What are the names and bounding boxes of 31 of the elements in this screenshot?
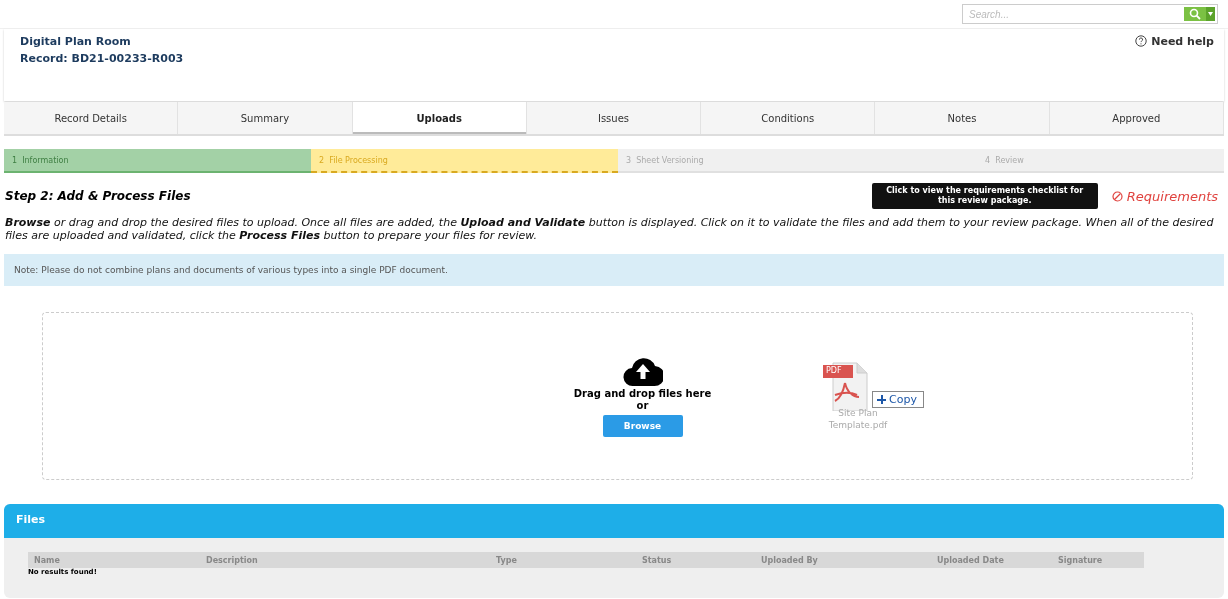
column-header: Name <box>34 555 61 565</box>
search-button[interactable] <box>1184 7 1206 21</box>
search-bar[interactable]: Search... <box>962 4 1218 24</box>
tooltip: Click to view the requirements checklist for this review package. <box>871 182 1098 210</box>
requirements-link[interactable]: Requirements <box>1111 188 1218 204</box>
help-link[interactable]: Need help <box>1135 35 1214 101</box>
panel-title: Files <box>4 504 1224 539</box>
record-number: Record: BD21-00233-R003 <box>20 52 184 65</box>
column-header: Status <box>642 555 673 565</box>
help-icon <box>1135 35 1148 47</box>
column-header: Uploaded Date <box>937 555 1005 565</box>
prohibited-icon <box>1111 190 1123 202</box>
step-heading: Step 2: Add & Process Files <box>5 189 192 203</box>
progress-step: 4 Review <box>925 149 1224 173</box>
drop-prompt: Drag and drop files here <box>573 388 712 400</box>
note-text: Note: Please do not combine plans and documents of various types into a single PDF document. <box>4 254 1224 287</box>
instructions-text: Browse or drag and drop the desired files to upload. Once all files are added, the Upload and Validate button is displayed. Click on it to validate the files and add them to your review package. When all of the desired files are uploaded and validated, click the Process Files button to prepare your files for review. <box>5 217 1215 243</box>
progress-step: 2 File Processing <box>311 149 618 173</box>
copy-indicator: Copy <box>872 391 924 409</box>
or-text: or <box>636 400 649 412</box>
column-header: Description <box>206 555 259 565</box>
app-title: Digital Plan Room <box>20 35 132 48</box>
column-header: Type <box>496 555 518 565</box>
tab[interactable]: Uploads <box>352 102 527 134</box>
column-header: Signature <box>1058 555 1104 565</box>
cloud-upload-icon <box>622 355 663 388</box>
progress-step: 1 Information <box>4 149 311 173</box>
caret-icon <box>1208 12 1213 16</box>
dropdown-button[interactable] <box>1206 7 1215 21</box>
column-header: Uploaded By <box>761 555 819 565</box>
progress-step: 3 Sheet Versioning <box>618 149 925 173</box>
